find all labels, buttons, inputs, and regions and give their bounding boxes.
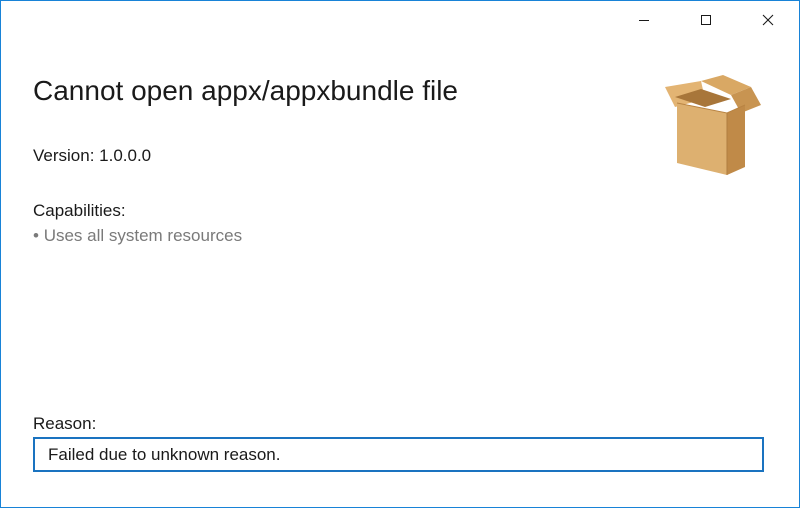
reason-field[interactable]: Failed due to unknown reason. [33, 437, 764, 472]
version-text: Version: 1.0.0.0 [33, 146, 152, 165]
capabilities-list: Uses all system resources [33, 226, 242, 246]
capability-item: Uses all system resources [33, 226, 242, 246]
page-title: Cannot open appx/appxbundle file [33, 75, 459, 106]
maximize-icon [701, 15, 711, 25]
close-icon [762, 14, 774, 26]
package-box-icon [665, 75, 761, 175]
maximize-button[interactable] [675, 1, 737, 39]
minimize-icon [639, 20, 649, 21]
app-installer-window: Cannot open appx/appxbundle file Version… [0, 0, 800, 508]
minimize-button[interactable] [613, 1, 675, 39]
capabilities-label: Capabilities: [33, 201, 126, 220]
reason-label: Reason: [33, 414, 97, 433]
title-bar [613, 1, 799, 39]
close-button[interactable] [737, 1, 799, 39]
